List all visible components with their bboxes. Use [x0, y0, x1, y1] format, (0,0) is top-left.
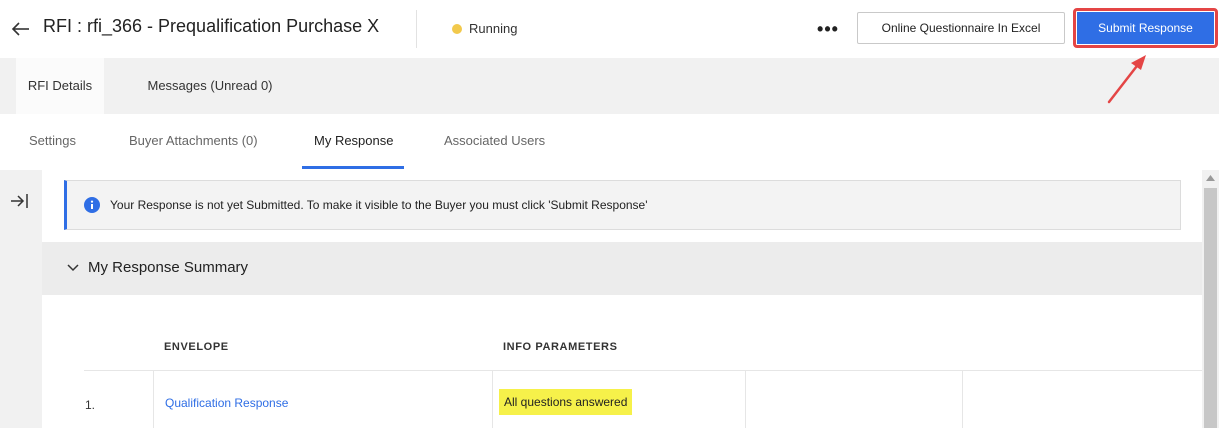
- back-arrow-icon[interactable]: [10, 14, 32, 44]
- status-label: Running: [469, 21, 518, 36]
- submit-highlight-frame: Submit Response: [1073, 8, 1218, 48]
- column-header-info-parameters: INFO PARAMETERS: [503, 341, 618, 353]
- page-title: RFI : rfi_366 - Prequalification Purchas…: [43, 16, 380, 36]
- tab-rfi-details[interactable]: RFI Details: [16, 58, 104, 114]
- column-divider: [492, 371, 493, 428]
- header-row-divider: [84, 370, 1202, 371]
- my-response-summary-header[interactable]: My Response Summary: [42, 242, 1202, 295]
- tab-associated-users[interactable]: Associated Users: [444, 114, 545, 170]
- info-icon: [84, 197, 100, 213]
- red-arrow-annotation: [1107, 55, 1146, 104]
- info-banner: Your Response is not yet Submitted. To m…: [64, 180, 1181, 230]
- tab-settings[interactable]: Settings: [29, 114, 76, 170]
- page-header: RFI : rfi_366 - Prequalification Purchas…: [0, 0, 1219, 58]
- column-divider: [745, 371, 746, 428]
- active-tab-indicator: [302, 166, 404, 169]
- primary-tab-bar: RFI Details Messages (Unread 0): [0, 58, 1219, 114]
- more-options-button[interactable]: •••: [815, 14, 841, 44]
- status-indicator: Running: [452, 21, 517, 36]
- status-dot: [452, 24, 462, 34]
- envelope-link-qualification-response[interactable]: Qualification Response: [165, 396, 288, 410]
- banner-message: Your Response is not yet Submitted. To m…: [110, 198, 648, 212]
- vertical-scrollbar[interactable]: [1202, 170, 1219, 428]
- left-rail: [0, 170, 42, 428]
- secondary-tab-bar: Settings Buyer Attachments (0) My Respon…: [0, 114, 1219, 170]
- scrollbar-thumb[interactable]: [1204, 188, 1217, 428]
- submit-response-button[interactable]: Submit Response: [1077, 12, 1214, 44]
- expand-panel-icon[interactable]: [9, 190, 31, 212]
- tab-my-response[interactable]: My Response: [314, 114, 393, 170]
- online-questionnaire-excel-button[interactable]: Online Questionnaire In Excel: [857, 12, 1065, 44]
- row-number: 1.: [85, 398, 96, 412]
- column-divider: [153, 371, 154, 428]
- header-divider: [416, 10, 417, 48]
- tab-buyer-attachments[interactable]: Buyer Attachments (0): [129, 114, 258, 170]
- column-header-envelope: ENVELOPE: [164, 341, 229, 353]
- column-divider: [962, 371, 963, 428]
- summary-title: My Response Summary: [88, 259, 249, 276]
- chevron-down-icon: [67, 264, 79, 272]
- response-content: Your Response is not yet Submitted. To m…: [42, 170, 1202, 428]
- scroll-up-arrow-icon[interactable]: [1206, 175, 1215, 181]
- info-parameter-value: All questions answered: [499, 389, 633, 415]
- tab-messages[interactable]: Messages (Unread 0): [130, 58, 290, 114]
